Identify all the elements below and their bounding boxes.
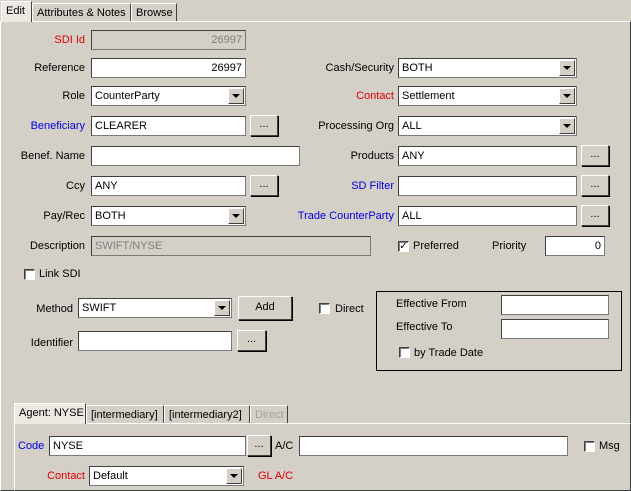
identifier-label: Identifier: [30, 337, 73, 349]
ccy-browse-button[interactable]: ...: [250, 175, 278, 196]
method-value: SWIFT: [82, 302, 117, 314]
tab-direct: Direct: [250, 405, 288, 423]
reference-label: Reference: [34, 62, 85, 74]
chevron-down-icon[interactable]: [228, 208, 244, 224]
by-trade-date-checkbox[interactable]: [399, 347, 410, 358]
tab-attributes-notes[interactable]: Attributes & Notes: [32, 3, 131, 21]
agent-code-input[interactable]: NYSE: [49, 436, 246, 456]
effective-from-label: Effective From: [396, 298, 467, 310]
add-button[interactable]: Add: [238, 296, 292, 320]
processing-org-select[interactable]: ALL: [398, 116, 577, 136]
agent-contact-select[interactable]: Default: [89, 466, 244, 486]
method-select[interactable]: SWIFT: [78, 298, 232, 318]
trade-counterparty-browse-button[interactable]: ...: [581, 205, 609, 226]
benef-name-input[interactable]: [91, 146, 300, 166]
link-sdi-checkbox[interactable]: [24, 269, 35, 280]
agent-ac-label: A/C: [275, 440, 294, 452]
chevron-down-icon[interactable]: [559, 88, 575, 104]
beneficiary-label: Beneficiary: [30, 120, 85, 132]
msg-label: Msg: [599, 440, 620, 452]
direct-label: Direct: [335, 303, 364, 315]
processing-org-label: Processing Org: [318, 120, 394, 132]
cash-security-select[interactable]: BOTH: [398, 58, 577, 78]
direct-checkbox[interactable]: [319, 303, 330, 314]
chevron-down-icon[interactable]: [214, 300, 230, 316]
pay-rec-label: Pay/Rec: [43, 210, 85, 222]
priority-label: Priority: [492, 240, 527, 252]
chevron-down-icon[interactable]: [228, 88, 244, 104]
products-label: Products: [350, 150, 394, 162]
chevron-down-icon[interactable]: [559, 60, 575, 76]
agent-code-label: Code: [18, 440, 45, 452]
effective-from-input[interactable]: [501, 295, 609, 315]
identifier-input[interactable]: [78, 331, 232, 351]
link-sdi-label: Link SDI: [39, 268, 81, 280]
agent-ac-input[interactable]: [299, 436, 568, 456]
method-label: Method: [36, 303, 73, 315]
sd-filter-browse-button[interactable]: ...: [581, 175, 609, 196]
sdi-id-field: 26997: [91, 30, 246, 50]
ccy-label: Ccy: [66, 180, 85, 192]
role-value: CounterParty: [95, 90, 160, 102]
sd-filter-input[interactable]: [398, 176, 577, 196]
tab-intermediary[interactable]: [intermediary]: [86, 405, 164, 423]
pay-rec-select[interactable]: BOTH: [91, 206, 246, 226]
tab-edit[interactable]: Edit: [1, 1, 32, 22]
agent-contact-label: Contact: [47, 470, 85, 482]
effective-to-input[interactable]: [501, 319, 609, 339]
products-input[interactable]: ANY: [398, 146, 577, 166]
cash-security-label: Cash/Security: [325, 62, 394, 74]
chevron-down-icon[interactable]: [559, 118, 575, 134]
identifier-browse-button[interactable]: ...: [237, 330, 266, 351]
description-field: SWIFT/NYSE: [91, 236, 371, 256]
contact-value: Settlement: [402, 90, 455, 102]
sd-filter-label: SD Filter: [351, 180, 394, 192]
processing-org-value: ALL: [402, 120, 422, 132]
contact-label: Contact: [356, 90, 394, 102]
reference-input[interactable]: 26997: [91, 58, 246, 78]
preferred-checkbox[interactable]: ✓: [398, 241, 409, 252]
pay-rec-value: BOTH: [95, 210, 126, 222]
trade-counterparty-label: Trade CounterParty: [297, 210, 394, 222]
beneficiary-browse-button[interactable]: ...: [250, 115, 278, 136]
tab-intermediary2[interactable]: [intermediary2]: [164, 405, 250, 423]
role-select[interactable]: CounterParty: [91, 86, 246, 106]
cash-security-value: BOTH: [402, 62, 433, 74]
description-label: Description: [29, 240, 85, 252]
sdi-id-label: SDI Id: [54, 34, 85, 46]
effective-to-label: Effective To: [396, 321, 453, 333]
tab-agent[interactable]: Agent: NYSE: [14, 403, 86, 424]
by-trade-date-label: by Trade Date: [414, 347, 484, 359]
benef-name-label: Benef. Name: [20, 150, 85, 162]
msg-checkbox[interactable]: [584, 441, 595, 452]
role-label: Role: [62, 90, 85, 102]
chevron-down-icon[interactable]: [226, 468, 242, 484]
trade-counterparty-input[interactable]: ALL: [398, 206, 577, 226]
ccy-input[interactable]: ANY: [91, 176, 246, 196]
priority-input[interactable]: 0: [545, 236, 605, 256]
tab-browse[interactable]: Browse: [131, 3, 177, 21]
contact-select[interactable]: Settlement: [398, 86, 577, 106]
products-browse-button[interactable]: ...: [581, 145, 609, 166]
beneficiary-input[interactable]: CLEARER: [91, 116, 246, 136]
preferred-label: Preferred: [413, 240, 459, 252]
agent-code-browse-button[interactable]: ...: [247, 435, 271, 456]
agent-contact-value: Default: [93, 470, 128, 482]
gl-ac-label: GL A/C: [258, 470, 294, 482]
